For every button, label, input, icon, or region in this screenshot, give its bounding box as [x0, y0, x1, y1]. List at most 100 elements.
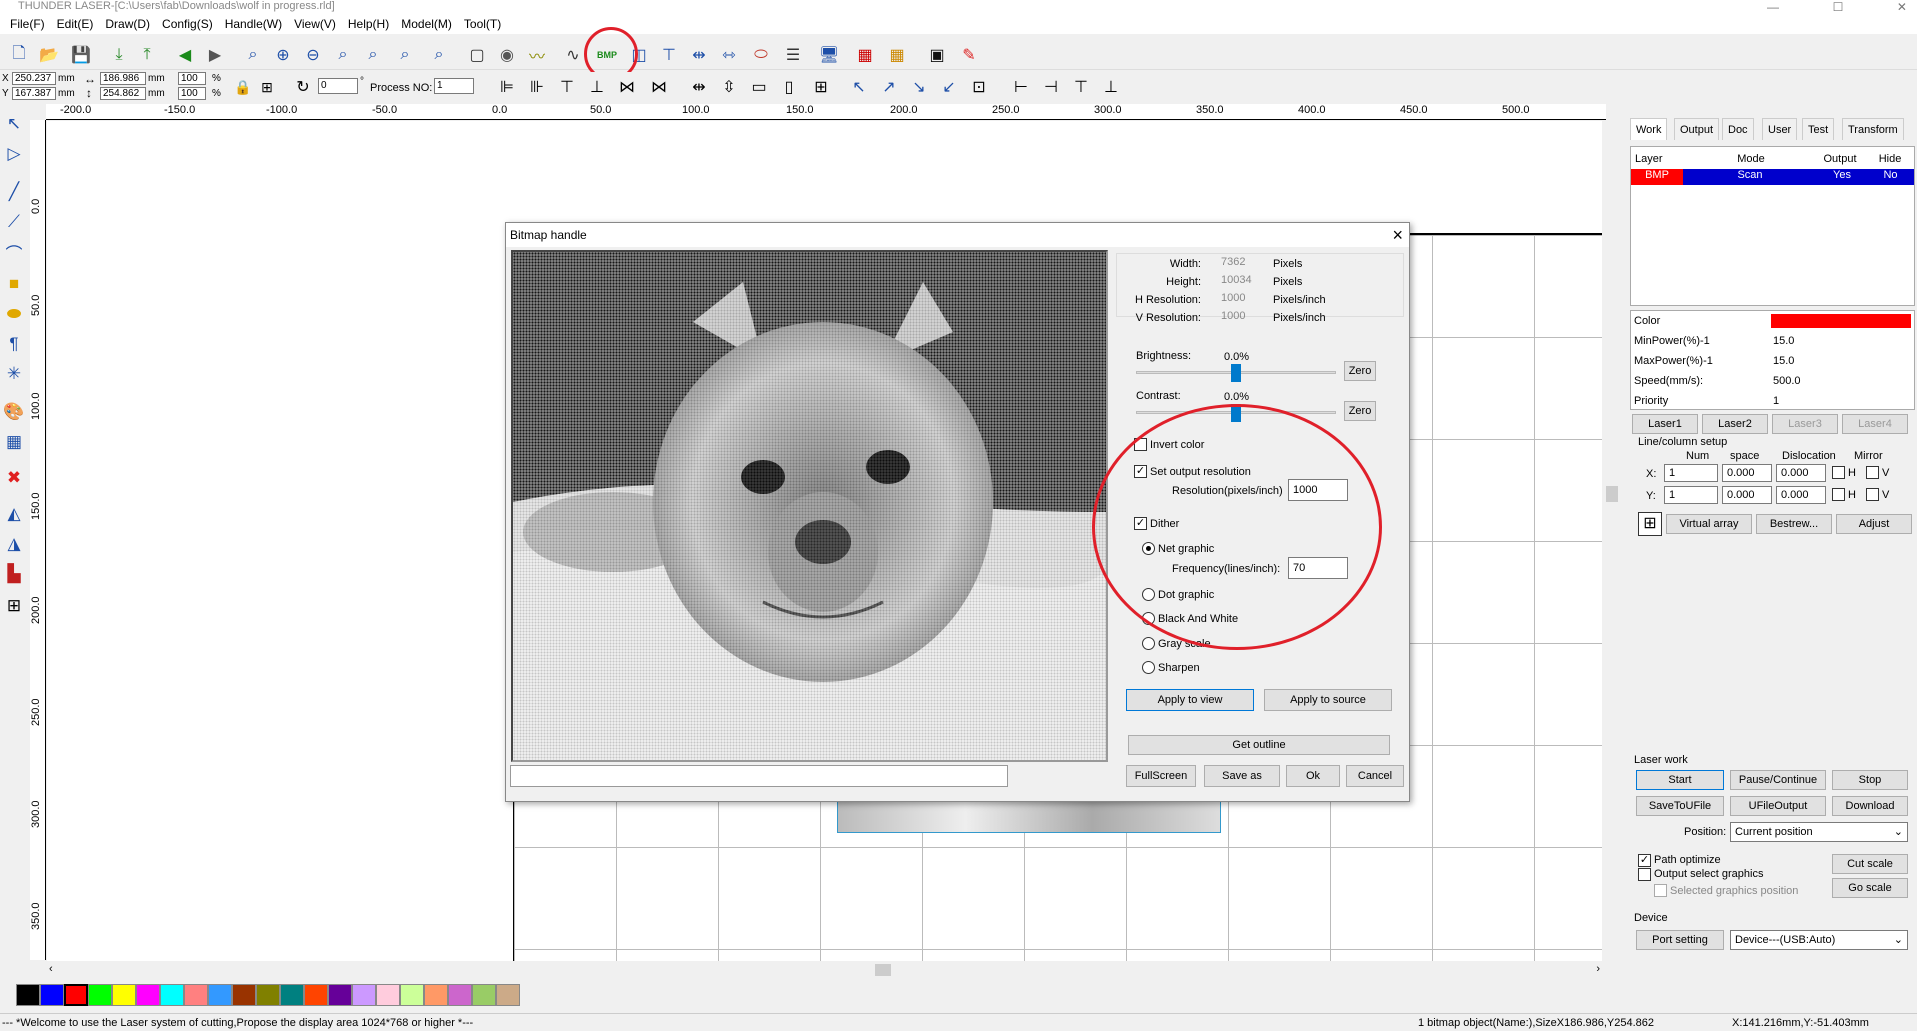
place-right-icon[interactable]: ⊣	[1038, 74, 1064, 100]
fullscreen-button[interactable]: FullScreen	[1126, 765, 1196, 787]
color-swatch[interactable]	[280, 984, 304, 1006]
menu-tool[interactable]: Tool(T)	[458, 14, 507, 34]
align-left-icon[interactable]: ⊫	[494, 74, 520, 100]
same-width-icon[interactable]: ▭	[746, 74, 772, 100]
gray-scale-radio[interactable]	[1142, 637, 1155, 650]
go-scale-button[interactable]: Go scale	[1832, 878, 1908, 898]
text-icon[interactable]: ¶	[2, 332, 26, 356]
ellipse-icon[interactable]: ⬬	[2, 302, 26, 326]
x-position-field[interactable]: 250.237	[12, 72, 56, 85]
space-v-icon[interactable]: ⇳	[716, 74, 742, 100]
laser2-tab[interactable]: Laser2	[1702, 414, 1768, 434]
adjust-button[interactable]: Adjust	[1836, 514, 1912, 534]
max-power-value[interactable]: 15.0	[1773, 355, 1794, 367]
output-select-checkbox[interactable]	[1638, 868, 1651, 881]
menu-view[interactable]: View(V)	[288, 14, 342, 34]
download-button[interactable]: Download	[1832, 796, 1908, 816]
color-swatch[interactable]	[184, 984, 208, 1006]
align-center-v-icon[interactable]: ⋈	[614, 74, 640, 100]
matrix-icon[interactable]: ⊞	[2, 594, 26, 618]
close-icon[interactable]: ×	[1392, 224, 1403, 246]
node-edit-icon[interactable]: ▷	[2, 142, 26, 166]
y-num-field[interactable]: 1	[1664, 486, 1718, 504]
speed-value[interactable]: 500.0	[1773, 375, 1801, 387]
align-right-icon[interactable]: ⊪	[524, 74, 550, 100]
scroll-right-icon[interactable]: ›	[1596, 963, 1600, 975]
polyline-icon[interactable]: ⟋	[2, 210, 26, 234]
laser4-tab[interactable]: Laser4	[1842, 414, 1908, 434]
contrast-zero-button[interactable]: Zero	[1344, 401, 1376, 421]
color-swatch[interactable]	[256, 984, 280, 1006]
dot-icon[interactable]: ✳	[2, 362, 26, 386]
path-optimize-checkbox[interactable]: ✓	[1638, 854, 1651, 867]
color-swatch[interactable]	[424, 984, 448, 1006]
save-to-ufile-button[interactable]: SaveToUFile	[1636, 796, 1724, 816]
tab-test[interactable]: Test	[1802, 118, 1835, 140]
curve-draw-icon[interactable]: ⌒	[2, 240, 26, 264]
node-icon[interactable]: ◉	[494, 42, 520, 68]
measure-icon[interactable]: ⇿	[716, 42, 742, 68]
new-file-icon[interactable]: 🗋	[6, 42, 32, 68]
arrow-bl-icon[interactable]: ↙	[936, 74, 962, 100]
height-field[interactable]: 254.862	[100, 87, 146, 100]
y-position-field[interactable]: 167.387	[12, 87, 56, 100]
y-space-field[interactable]: 0.000	[1722, 486, 1772, 504]
tab-output[interactable]: Output	[1674, 118, 1720, 140]
menu-edit[interactable]: Edit(E)	[51, 14, 100, 34]
width-field[interactable]: 186.986	[100, 72, 146, 85]
tab-work[interactable]: Work	[1630, 118, 1668, 140]
arrow-tl-icon[interactable]: ↖	[846, 74, 872, 100]
brightness-slider[interactable]	[1136, 364, 1336, 382]
same-height-icon[interactable]: ▯	[776, 74, 802, 100]
y-mirror-v-checkbox[interactable]	[1866, 488, 1879, 501]
zoom-icon[interactable]: ⌕	[240, 42, 266, 68]
curve-icon[interactable]: ∿	[560, 42, 586, 68]
scale-y-field[interactable]: 100	[178, 87, 206, 100]
cut-scale-button[interactable]: Cut scale	[1832, 854, 1908, 874]
place-bottom-icon[interactable]: ⊥	[1098, 74, 1124, 100]
color-swatch[interactable]	[304, 984, 328, 1006]
pause-continue-button[interactable]: Pause/Continue	[1730, 770, 1826, 790]
dimension-icon[interactable]: ⇹	[686, 42, 712, 68]
apply-to-view-button[interactable]: Apply to view	[1126, 689, 1254, 711]
color-swatch[interactable]	[88, 984, 112, 1006]
maximize-button[interactable]: ☐	[1833, 0, 1844, 14]
x-mirror-v-checkbox[interactable]	[1866, 466, 1879, 479]
priority-value[interactable]: 1	[1773, 395, 1779, 407]
pan-icon[interactable]: ⌕	[426, 42, 452, 68]
delete-icon[interactable]: ✖	[2, 466, 26, 490]
menu-help[interactable]: Help(H)	[342, 14, 395, 34]
mirror-v-icon[interactable]: ◮	[2, 532, 26, 556]
y-mirror-h-checkbox[interactable]	[1832, 488, 1845, 501]
align-grid-icon[interactable]: ⊞	[254, 74, 280, 100]
color-swatch[interactable]	[1771, 314, 1911, 328]
apply-to-source-button[interactable]: Apply to source	[1264, 689, 1392, 711]
color-swatch[interactable]	[40, 984, 64, 1006]
color-swatch[interactable]	[496, 984, 520, 1006]
rectangle-icon[interactable]: ■	[2, 272, 26, 296]
bestrew-button[interactable]: Bestrew...	[1756, 514, 1832, 534]
array-grid-icon[interactable]: ⊞	[1638, 512, 1662, 536]
sharpen-radio[interactable]	[1142, 661, 1155, 674]
import-icon[interactable]: ⤓	[106, 42, 132, 68]
color-swatch[interactable]	[376, 984, 400, 1006]
tab-doc[interactable]: Doc	[1722, 118, 1754, 140]
menu-draw[interactable]: Draw(D)	[99, 14, 156, 34]
zoom-in-icon[interactable]: ⊕	[270, 42, 296, 68]
color-swatch[interactable]	[232, 984, 256, 1006]
color-swatch[interactable]	[136, 984, 160, 1006]
min-power-value[interactable]: 15.0	[1773, 335, 1794, 347]
color-swatch[interactable]	[328, 984, 352, 1006]
y-dislocation-field[interactable]: 0.000	[1776, 486, 1826, 504]
align-center-h-icon[interactable]: ⋈	[646, 74, 672, 100]
laser-head-icon[interactable]: ▙	[2, 562, 26, 586]
menu-handle[interactable]: Handle(W)	[219, 14, 288, 34]
export-icon[interactable]: ⤒	[134, 42, 160, 68]
menu-file[interactable]: File(F)	[4, 14, 51, 34]
process-number-field[interactable]: 1	[434, 78, 474, 94]
color-swatch[interactable]	[160, 984, 184, 1006]
brightness-zero-button[interactable]: Zero	[1344, 361, 1376, 381]
undo-icon[interactable]: ◀	[172, 42, 198, 68]
zoom-select-icon[interactable]: ⌕	[360, 42, 386, 68]
color-swatch[interactable]	[472, 984, 496, 1006]
